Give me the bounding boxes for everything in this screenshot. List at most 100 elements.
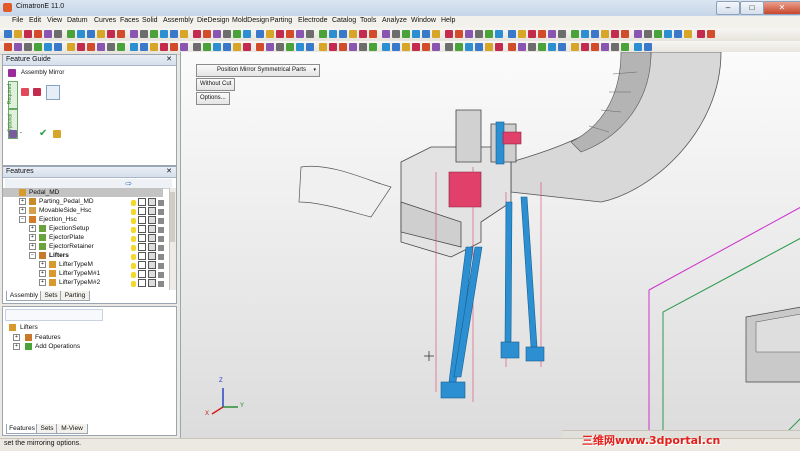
toolbar-icon[interactable]	[674, 30, 682, 38]
node-status-icons[interactable]	[131, 207, 164, 215]
toolbar-icon[interactable]	[644, 43, 652, 51]
mirror-mode-dropdown[interactable]: Position Mirror Symmetrical Parts ▾	[196, 64, 320, 77]
toolbar-icon[interactable]	[193, 43, 201, 51]
toolbar-icon[interactable]	[621, 43, 629, 51]
toolbar-icon[interactable]	[475, 30, 483, 38]
node-status-icons[interactable]	[131, 198, 164, 206]
toolbar-icon[interactable]	[369, 43, 377, 51]
toolbar-icon[interactable]	[528, 43, 536, 51]
toolbar-icon[interactable]	[4, 30, 12, 38]
toolbar-icon[interactable]	[87, 43, 95, 51]
toolbar-icon[interactable]	[495, 30, 503, 38]
expand-icon[interactable]: +	[29, 225, 36, 232]
toolbar-icon[interactable]	[44, 43, 52, 51]
toolbar-icon[interactable]	[329, 43, 337, 51]
toolbar-icon[interactable]	[518, 30, 526, 38]
toolbar-icon[interactable]	[601, 43, 609, 51]
preview-icon[interactable]	[53, 130, 61, 138]
menu-diedesign[interactable]: DieDesign	[197, 17, 229, 24]
toolbar-icon[interactable]	[581, 43, 589, 51]
toolbar-icon[interactable]	[654, 30, 662, 38]
toolbar-icon[interactable]	[349, 43, 357, 51]
toolbar-icon[interactable]	[160, 43, 168, 51]
toolbar-icon[interactable]	[296, 43, 304, 51]
toolbar-icon[interactable]	[223, 30, 231, 38]
toolbar-icon[interactable]	[286, 43, 294, 51]
tab-sets[interactable]: Sets	[40, 291, 62, 301]
toolbar-icon[interactable]	[485, 43, 493, 51]
mirror-step-icon[interactable]	[46, 85, 60, 100]
toolbar-icon[interactable]	[150, 30, 158, 38]
toolbar-icon[interactable]	[349, 30, 357, 38]
toolbar-icon[interactable]	[611, 43, 619, 51]
toolbar-icon[interactable]	[412, 43, 420, 51]
toolbar-icon[interactable]	[130, 30, 138, 38]
maximize-button[interactable]: □	[740, 1, 764, 15]
toolbar-icon[interactable]	[558, 30, 566, 38]
tab-sets-lower[interactable]: Sets	[36, 424, 58, 434]
menu-window[interactable]: Window	[411, 17, 436, 24]
toolbar-icon[interactable]	[67, 30, 75, 38]
toolbar-icon[interactable]	[359, 43, 367, 51]
tab-m-view[interactable]: M-View	[56, 424, 88, 434]
toolbar-icon[interactable]	[117, 43, 125, 51]
toolbar-icon[interactable]	[495, 43, 503, 51]
toolbar-icon[interactable]	[180, 43, 188, 51]
toolbar-icon[interactable]	[170, 30, 178, 38]
toolbar-icon[interactable]	[382, 30, 390, 38]
toolbar-icon[interactable]	[455, 30, 463, 38]
toolbar-icon[interactable]	[382, 43, 390, 51]
menu-analyze[interactable]: Analyze	[382, 17, 407, 24]
toolbar-icon[interactable]	[634, 43, 642, 51]
feature-tree-row[interactable]: + EjectorRetainer	[3, 242, 164, 251]
arrow-right-icon[interactable]: ⇨	[125, 179, 132, 188]
toolbar-icon[interactable]	[508, 43, 516, 51]
toolbar-icon[interactable]	[34, 43, 42, 51]
toolbar-icon[interactable]	[306, 43, 314, 51]
toolbar-icon[interactable]	[193, 30, 201, 38]
toolbar-icon[interactable]	[359, 30, 367, 38]
toolbar-icon[interactable]	[369, 30, 377, 38]
feature-tree-row[interactable]: + LifterTypeM	[3, 260, 164, 269]
toolbar-icon[interactable]	[306, 30, 314, 38]
toolbar-icon[interactable]	[203, 43, 211, 51]
node-status-icons[interactable]	[131, 270, 164, 278]
menu-catalog[interactable]: Catalog	[332, 17, 356, 24]
toolbar-icon[interactable]	[528, 30, 536, 38]
toolbar-icon[interactable]	[266, 30, 274, 38]
toolbar-icon[interactable]	[233, 43, 241, 51]
menu-molddesign[interactable]: MoldDesign	[232, 17, 269, 24]
toolbar-icon[interactable]	[256, 43, 264, 51]
toolbar-icon[interactable]	[296, 30, 304, 38]
menu-parting[interactable]: Parting	[270, 17, 292, 24]
toolbar-icon[interactable]	[465, 30, 473, 38]
menu-file[interactable]: File	[12, 17, 23, 24]
tree-scrollbar[interactable]	[169, 188, 176, 290]
toolbar-icon[interactable]	[140, 30, 148, 38]
expand-icon[interactable]: +	[13, 343, 20, 350]
toolbar-icon[interactable]	[276, 43, 284, 51]
toolbar-icon[interactable]	[170, 43, 178, 51]
toolbar-icon[interactable]	[160, 30, 168, 38]
toolbar-icon[interactable]	[538, 30, 546, 38]
toolbar-icon[interactable]	[412, 30, 420, 38]
toolbar-icon[interactable]	[432, 30, 440, 38]
toolbar-icon[interactable]	[223, 43, 231, 51]
toolbar-icon[interactable]	[77, 43, 85, 51]
toolbar-icon[interactable]	[286, 30, 294, 38]
3d-viewport[interactable]: Z Y X Position Mirror Symmetrical Parts …	[180, 52, 800, 438]
node-status-icons[interactable]	[131, 216, 164, 224]
toolbar-icon[interactable]	[402, 30, 410, 38]
toolbar-icon[interactable]	[180, 30, 188, 38]
toolbar-icon[interactable]	[213, 30, 221, 38]
feature-tree-row[interactable]: + Parting_Pedal_MD	[3, 197, 164, 206]
feature-tree-row[interactable]: − Lifters	[3, 251, 164, 260]
expand-icon[interactable]: +	[39, 279, 46, 286]
menu-electrode[interactable]: Electrode	[298, 17, 328, 24]
toolbar-icon[interactable]	[319, 43, 327, 51]
toolbar-icon[interactable]	[538, 43, 546, 51]
menu-tools[interactable]: Tools	[360, 17, 376, 24]
toolbar-icon[interactable]	[44, 30, 52, 38]
menu-curves[interactable]: Curves	[94, 17, 116, 24]
node-status-icons[interactable]	[131, 234, 164, 242]
